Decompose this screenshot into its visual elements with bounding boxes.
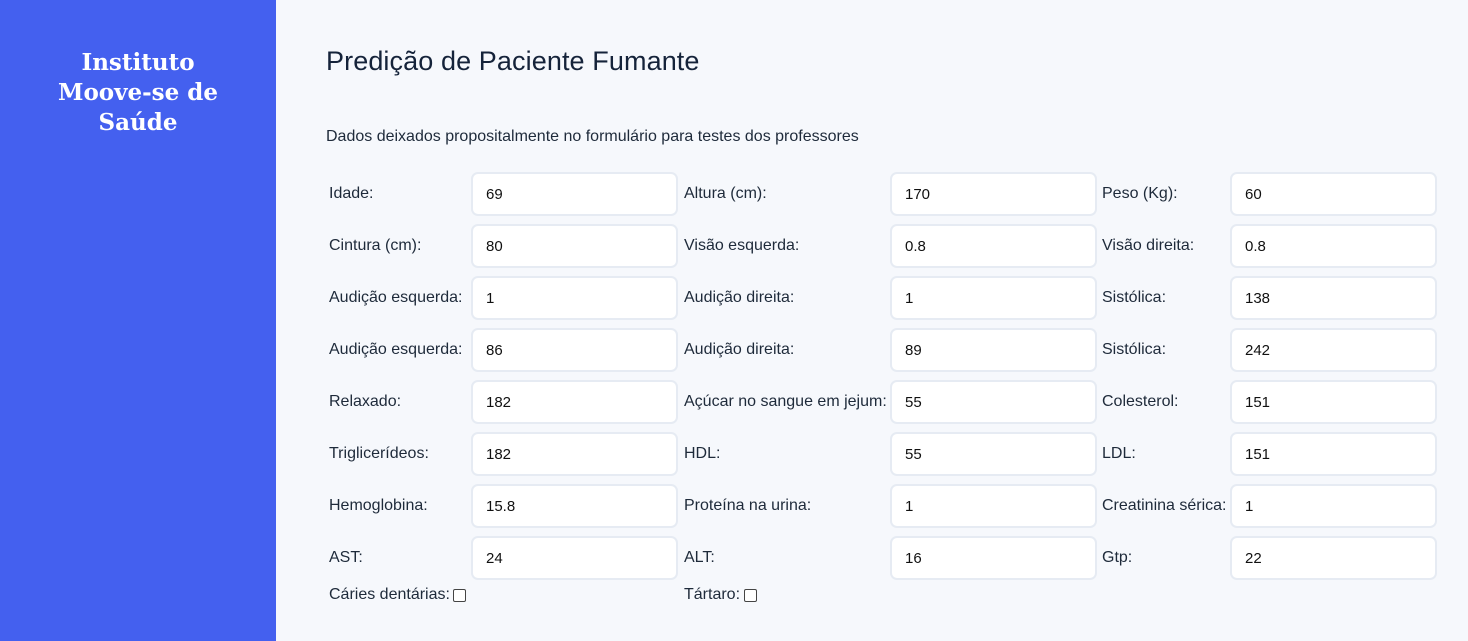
field-label: Creatinina sérica: [1102, 497, 1227, 514]
field-label: Cintura (cm): [329, 237, 422, 254]
tartaro-checkbox[interactable] [744, 589, 757, 602]
visao-esquerda-input[interactable] [890, 224, 1097, 268]
field-label: Audição esquerda: [329, 289, 463, 306]
hemoglobina-input[interactable] [471, 484, 678, 528]
sistolica-input[interactable] [1230, 276, 1437, 320]
cintura-input[interactable] [471, 224, 678, 268]
creatinina-serica-input[interactable] [1230, 484, 1437, 528]
form-row: Audição esquerda: Audição direita: Sistó… [329, 276, 1439, 320]
field-label: Audição direita: [684, 289, 795, 306]
audicao-direita-input-2[interactable] [890, 328, 1097, 372]
field-label: Audição esquerda: [329, 341, 463, 358]
ldl-input[interactable] [1230, 432, 1437, 476]
checkbox-row: Cáries dentárias: Tártaro: [329, 583, 1029, 607]
audicao-esquerda-input[interactable] [471, 276, 678, 320]
peso-input[interactable] [1230, 172, 1437, 216]
field-label: Sistólica: [1102, 289, 1167, 306]
acucar-jejum-input[interactable] [890, 380, 1097, 424]
field-label: Gtp: [1102, 549, 1133, 566]
field-label: Açúcar no sangue em jejum: [684, 393, 887, 410]
field-label: Visão direita: [1102, 237, 1195, 254]
caries-checkbox[interactable] [453, 589, 466, 602]
visao-direita-input[interactable] [1230, 224, 1437, 268]
altura-input[interactable] [890, 172, 1097, 216]
field-label: Audição direita: [684, 341, 795, 358]
field-label: Visão esquerda: [684, 237, 800, 254]
sidebar: Instituto Moove-se de Saúde [0, 0, 276, 641]
page-subtitle: Dados deixados propositalmente no formul… [326, 128, 859, 145]
audicao-direita-input[interactable] [890, 276, 1097, 320]
form-row: Audição esquerda: Audição direita: Sistó… [329, 328, 1439, 372]
field-label: AST: [329, 549, 363, 566]
audicao-esquerda-input-2[interactable] [471, 328, 678, 372]
proteina-urina-input[interactable] [890, 484, 1097, 528]
field-label: Sistólica: [1102, 341, 1167, 358]
field-label: Relaxado: [329, 393, 402, 410]
field-label: HDL: [684, 445, 721, 462]
field-label: Altura (cm): [684, 185, 767, 202]
hdl-input[interactable] [890, 432, 1097, 476]
field-label: Hemoglobina: [329, 497, 428, 514]
form-row: Idade: Altura (cm): Peso (Kg): [329, 172, 1439, 216]
form-row: Relaxado: Açúcar no sangue em jejum: Col… [329, 380, 1439, 424]
page-title: Predição de Paciente Fumante [326, 46, 700, 76]
field-label: Triglicerídeos: [329, 445, 429, 462]
idade-input[interactable] [471, 172, 678, 216]
tartaro-label: Tártaro: [684, 586, 741, 603]
main-content: Predição de Paciente Fumante Dados deixa… [276, 0, 1468, 641]
caries-label: Cáries dentárias: [329, 586, 450, 603]
brand-title: Instituto Moove-se de Saúde [58, 49, 218, 136]
field-label: Peso (Kg): [1102, 185, 1178, 202]
field-label: Colesterol: [1102, 393, 1179, 410]
colesterol-input[interactable] [1230, 380, 1437, 424]
ast-input[interactable] [471, 536, 678, 580]
form-row: Triglicerídeos: HDL: LDL: [329, 432, 1439, 476]
form-row: AST: ALT: Gtp: [329, 536, 1439, 580]
field-label: LDL: [1102, 445, 1136, 462]
form-row: Hemoglobina: Proteína na urina: Creatini… [329, 484, 1439, 528]
triglicerideos-input[interactable] [471, 432, 678, 476]
gtp-input[interactable] [1230, 536, 1437, 580]
field-label: ALT: [684, 549, 715, 566]
field-label: Proteína na urina: [684, 497, 812, 514]
field-label: Idade: [329, 185, 374, 202]
alt-input[interactable] [890, 536, 1097, 580]
form-row: Cintura (cm): Visão esquerda: Visão dire… [329, 224, 1439, 268]
sistolica-input-2[interactable] [1230, 328, 1437, 372]
relaxado-input[interactable] [471, 380, 678, 424]
